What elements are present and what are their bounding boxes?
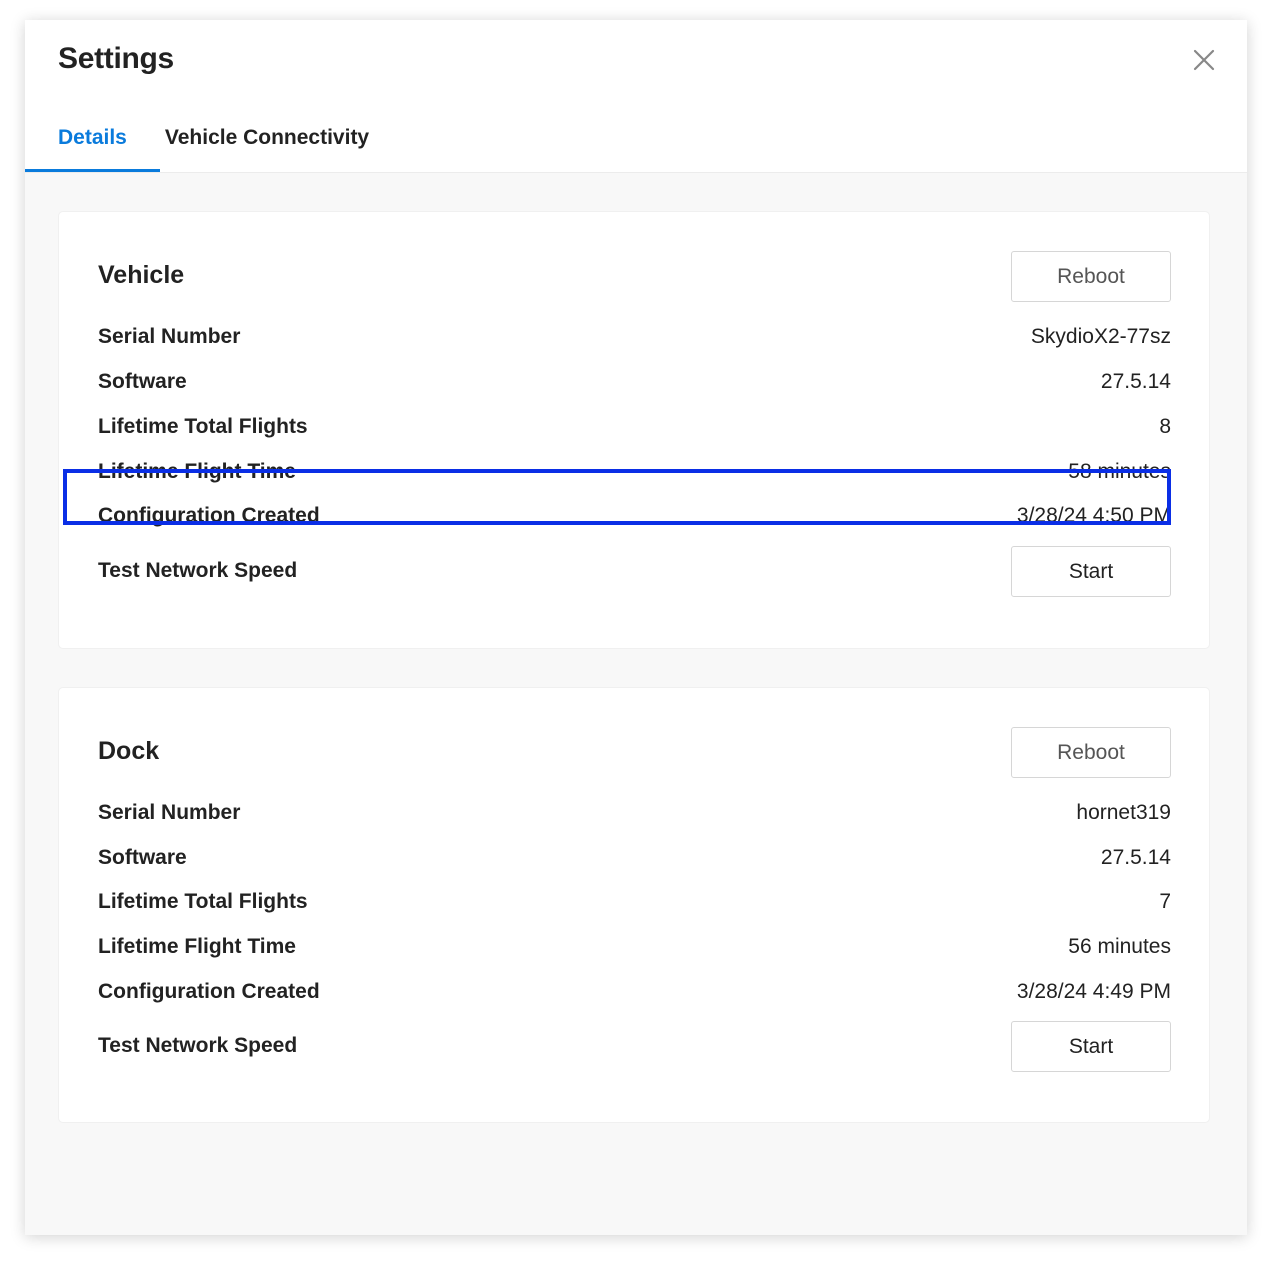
row-label: Lifetime Flight Time: [98, 935, 296, 958]
row-value: 3/28/24 4:49 PM: [1016, 980, 1171, 1003]
tab-vehicle-connectivity[interactable]: Vehicle Connectivity: [160, 112, 402, 172]
vehicle-software-row: Software 27.5.14: [98, 360, 1171, 404]
row-value: SkydioX2-77sz: [1030, 325, 1171, 348]
dock-card-header: Dock Reboot: [98, 727, 1171, 778]
dock-software-row: Software 27.5.14: [98, 836, 1171, 880]
dock-serial-row: Serial Number hornet319: [98, 791, 1171, 835]
vehicle-network-speed-row: Test Network Speed Start: [98, 546, 1171, 597]
settings-modal: Settings Details Vehicle Connectivity Ve…: [25, 20, 1247, 1235]
row-value: hornet319: [1076, 801, 1171, 824]
row-label: Configuration Created: [98, 980, 320, 1003]
row-label: Lifetime Flight Time: [98, 460, 296, 483]
row-label: Test Network Speed: [98, 1034, 298, 1057]
row-label: Software: [98, 846, 187, 869]
row-label: Configuration Created: [98, 504, 320, 527]
vehicle-reboot-button[interactable]: Reboot: [1011, 251, 1171, 302]
dock-config-created-row: Configuration Created 3/28/24 4:49 PM: [98, 970, 1171, 1014]
row-value: 56 minutes: [1068, 935, 1171, 958]
dock-start-button[interactable]: Start: [1011, 1021, 1171, 1072]
tab-details[interactable]: Details: [25, 112, 160, 172]
dock-total-flights-row: Lifetime Total Flights 7: [98, 880, 1171, 924]
vehicle-start-button[interactable]: Start: [1011, 546, 1171, 597]
tab-bar: Details Vehicle Connectivity: [25, 112, 402, 172]
row-label: Lifetime Total Flights: [98, 890, 308, 913]
modal-title: Settings: [58, 42, 174, 75]
row-value: 58 minutes: [1068, 460, 1171, 483]
close-icon[interactable]: [1191, 47, 1217, 73]
dock-reboot-button[interactable]: Reboot: [1011, 727, 1171, 778]
row-value: 3/28/24 4:50 PM: [1016, 504, 1171, 527]
vehicle-card: Vehicle Reboot Serial Number SkydioX2-77…: [59, 212, 1209, 648]
row-label: Lifetime Total Flights: [98, 415, 308, 438]
vehicle-total-flights-row: Lifetime Total Flights 8: [98, 405, 1171, 449]
dock-title: Dock: [98, 737, 160, 765]
vehicle-title: Vehicle: [98, 261, 185, 289]
row-label: Test Network Speed: [98, 559, 298, 582]
row-label: Serial Number: [98, 325, 241, 348]
row-value: 27.5.14: [1100, 846, 1171, 869]
row-label: Software: [98, 370, 187, 393]
row-value: 27.5.14: [1100, 370, 1171, 393]
row-label: Serial Number: [98, 801, 241, 824]
row-value: 8: [1159, 415, 1171, 438]
modal-header: Settings Details Vehicle Connectivity: [25, 20, 1247, 173]
dock-card: Dock Reboot Serial Number hornet319 Soft…: [59, 688, 1209, 1122]
dock-flight-time-row: Lifetime Flight Time 56 minutes: [98, 925, 1171, 969]
dock-network-speed-row: Test Network Speed Start: [98, 1021, 1171, 1072]
vehicle-flight-time-row: Lifetime Flight Time 58 minutes: [98, 450, 1171, 494]
vehicle-config-created-row: Configuration Created 3/28/24 4:50 PM: [98, 494, 1171, 538]
vehicle-card-header: Vehicle Reboot: [98, 251, 1171, 302]
vehicle-serial-row: Serial Number SkydioX2-77sz: [98, 315, 1171, 359]
row-value: 7: [1159, 890, 1171, 913]
